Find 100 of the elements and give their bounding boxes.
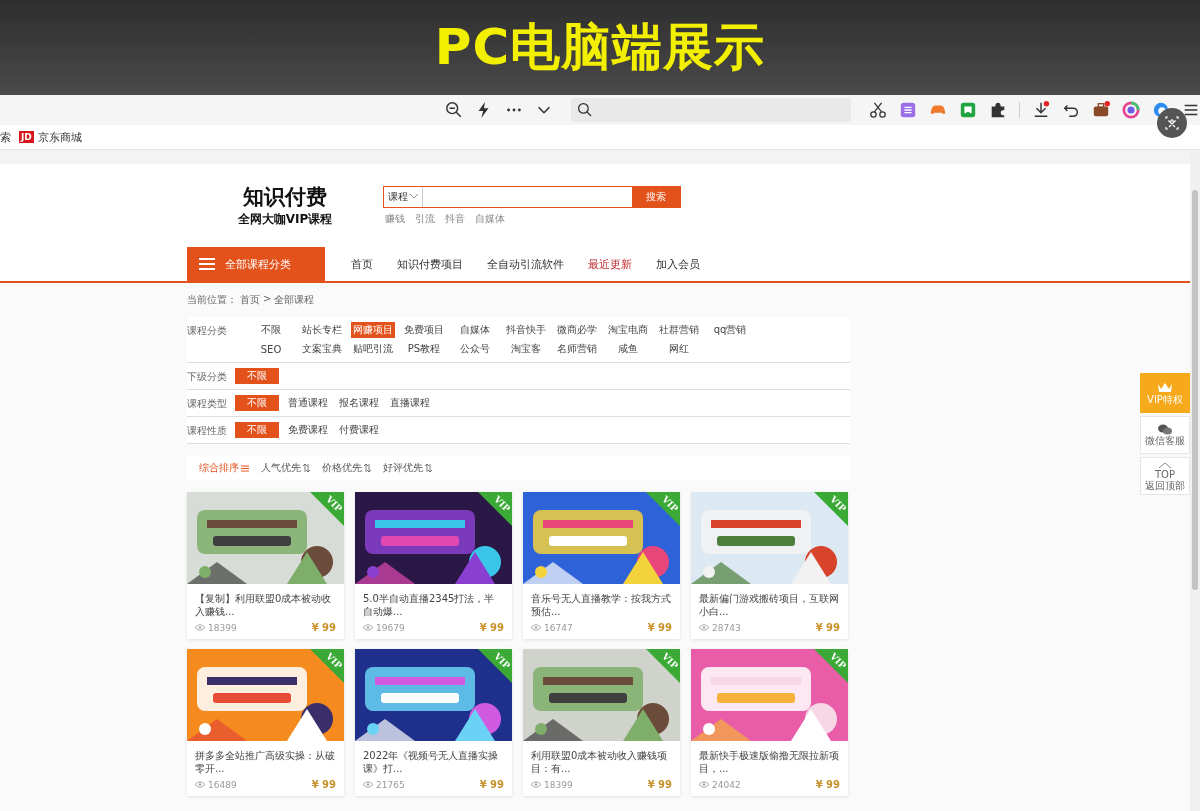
view-count: 21765: [376, 779, 405, 790]
filter-label: 课程类型: [187, 397, 228, 411]
course-title[interactable]: 利用联盟0成本被动收入赚钱项目：有...: [523, 741, 680, 779]
filter-option[interactable]: 站长专栏: [300, 322, 344, 338]
eye-icon: [195, 781, 205, 788]
course-title[interactable]: 最新偏门游戏搬砖项目，互联网小白...: [691, 584, 848, 622]
course-title[interactable]: 音乐号无人直播教学：按我方式预估...: [523, 584, 680, 622]
view-count: 19679: [376, 622, 405, 633]
view-count: 28743: [712, 622, 741, 633]
category-menu-button[interactable]: 全部课程分类: [187, 247, 325, 281]
eye-icon: [195, 624, 205, 631]
eye-icon: [363, 781, 373, 788]
bookmark[interactable]: JD 京东商城: [19, 129, 82, 145]
bookmark[interactable]: 索: [0, 129, 11, 145]
zoom-out-icon[interactable]: [445, 101, 463, 119]
filter-option[interactable]: 免费课程: [286, 422, 330, 438]
course-price: ¥ 99: [311, 622, 336, 633]
corner-ribbon: [646, 492, 680, 526]
translate-icon[interactable]: [1157, 108, 1187, 138]
filter-option[interactable]: 文案宝典: [300, 341, 344, 357]
filter-option[interactable]: 咸鱼: [606, 341, 650, 357]
filter-label: 课程性质: [187, 424, 228, 438]
banner-title: PC电脑端展示: [434, 17, 766, 78]
filter-option[interactable]: 不限: [249, 322, 293, 338]
nav-link[interactable]: 首页: [351, 256, 373, 272]
filter-option[interactable]: 淘宝客: [504, 341, 548, 357]
course-price: ¥ 99: [647, 622, 672, 633]
colorful-circle-icon[interactable]: [1122, 101, 1140, 119]
sort-arrows-icon: [364, 464, 371, 472]
filter-option[interactable]: 不限: [235, 395, 279, 411]
download-icon[interactable]: [1032, 101, 1050, 119]
filter-option[interactable]: 淘宝电商: [606, 322, 650, 338]
breadcrumb-link[interactable]: 全部课程: [274, 293, 315, 307]
eye-icon: [699, 624, 709, 631]
scrollbar-thumb[interactable]: [1192, 190, 1198, 590]
site-logo-subtitle: 全网大咖VIP课程: [237, 211, 333, 228]
filter-option[interactable]: 直播课程: [388, 395, 432, 411]
menu-icon: [199, 258, 215, 270]
view-count: 16489: [208, 779, 237, 790]
filter-option[interactable]: SEO: [249, 341, 293, 357]
hot-word-link[interactable]: 赚钱: [385, 211, 405, 226]
book-icon[interactable]: [959, 101, 978, 119]
breadcrumb-label: 当前位置：: [187, 293, 237, 307]
breadcrumb-separator: >: [263, 293, 272, 306]
sort-option[interactable]: 综合排序: [199, 461, 249, 475]
search-icon: [577, 102, 593, 118]
filter-option[interactable]: 网红: [657, 341, 701, 357]
sort-option[interactable]: 价格优先: [322, 461, 371, 475]
nav-link[interactable]: 加入会员: [656, 256, 700, 272]
course-title[interactable]: 2022年《视频号无人直播实操课》打...: [355, 741, 512, 779]
eye-icon: [363, 624, 373, 631]
filter-option[interactable]: 网赚项目: [351, 322, 395, 338]
nav-link[interactable]: 最近更新: [588, 256, 632, 272]
hot-word-link[interactable]: 自媒体: [475, 211, 505, 226]
filter-option[interactable]: 微商必学: [555, 322, 599, 338]
filter-label: 课程分类: [187, 324, 228, 338]
view-count: 18399: [208, 622, 237, 633]
translate-app-icon[interactable]: [899, 101, 918, 119]
filter-option[interactable]: 社群营销: [657, 322, 701, 338]
filter-option[interactable]: 贴吧引流: [351, 341, 395, 357]
search-field[interactable]: [571, 98, 852, 122]
corner-ribbon: [310, 649, 344, 683]
chevron-up-icon: [1158, 461, 1172, 469]
eye-icon: [699, 781, 709, 788]
wechat-button[interactable]: 微信客服: [1140, 416, 1190, 454]
nav-link[interactable]: 全自动引流软件: [487, 256, 564, 272]
filter-option[interactable]: 自媒体: [453, 322, 497, 338]
filter-option[interactable]: 付费课程: [337, 422, 381, 438]
sort-option[interactable]: 好评优先: [383, 461, 432, 475]
course-title[interactable]: 【复制】利用联盟0成本被动收入赚钱...: [187, 584, 344, 622]
briefcase-icon[interactable]: [1092, 101, 1110, 119]
course-price: ¥ 99: [479, 779, 504, 790]
course-price: ¥ 99: [479, 622, 504, 633]
corner-ribbon: [814, 649, 848, 683]
course-title[interactable]: 最新快手极速版偷撸无限拉新项目，...: [691, 741, 848, 779]
hot-word-link[interactable]: 引流: [415, 211, 435, 226]
filter-option[interactable]: 名师营销: [555, 341, 599, 357]
breadcrumb-link[interactable]: 首页: [240, 293, 260, 307]
view-count: 18399: [544, 779, 573, 790]
course-title[interactable]: 5.0半自动直播2345打法，半自动爆...: [355, 584, 512, 622]
filter-option[interactable]: PS教程: [402, 341, 446, 357]
course-price: ¥ 99: [815, 622, 840, 633]
sort-option[interactable]: 人气优先: [261, 461, 310, 475]
eye-icon: [531, 781, 541, 788]
filter-option[interactable]: 抖音快手: [504, 322, 548, 338]
crown-icon: [1157, 381, 1173, 394]
scissors-icon[interactable]: [869, 101, 888, 119]
hot-word-link[interactable]: 抖音: [445, 211, 465, 226]
site-logo-title: 知识付费: [243, 183, 327, 211]
filter-option[interactable]: 不限: [235, 368, 279, 384]
back-to-top-button[interactable]: TOP 返回顶部: [1140, 457, 1190, 495]
course-title[interactable]: 拼多多全站推广高级实操：从破零开...: [187, 741, 344, 779]
view-count: 16747: [544, 622, 573, 633]
filter-option[interactable]: qq营销: [708, 322, 752, 338]
filter-option[interactable]: 普通课程: [286, 395, 330, 411]
filter-option[interactable]: 不限: [235, 422, 279, 438]
nav-link[interactable]: 知识付费项目: [397, 256, 463, 272]
filter-option[interactable]: 公众号: [453, 341, 497, 357]
filter-option[interactable]: 免费项目: [402, 322, 446, 338]
filter-option[interactable]: 报名课程: [337, 395, 381, 411]
